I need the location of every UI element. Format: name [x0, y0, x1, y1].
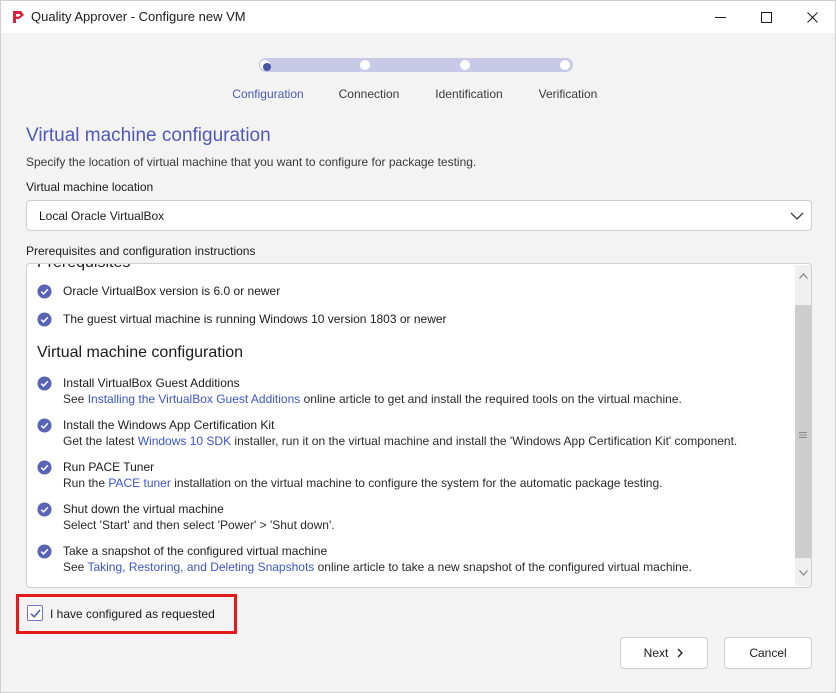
scroll-down-button[interactable] — [795, 565, 811, 581]
step-dot-configuration — [260, 60, 271, 71]
cancel-button-label: Cancel — [749, 646, 787, 660]
prerequisite-text: Oracle VirtualBox version is 6.0 or newe… — [63, 284, 281, 298]
config-step-desc: See Installing the VirtualBox Guest Addi… — [63, 392, 682, 406]
step-dot-verification — [560, 60, 570, 70]
chevron-right-icon — [677, 648, 684, 658]
chevron-down-icon — [790, 212, 804, 220]
config-step-desc: Run the PACE tuner installation on the v… — [63, 476, 662, 490]
page-subtitle: Specify the location of virtual machine … — [26, 155, 477, 169]
minimize-icon — [714, 16, 726, 18]
desc-text: See — [63, 392, 88, 406]
chevron-up-icon — [798, 273, 808, 279]
scroll-up-button[interactable] — [795, 268, 811, 284]
config-step-title: Take a snapshot of the configured virtua… — [63, 544, 328, 558]
minimize-button[interactable] — [697, 1, 743, 33]
config-step-desc: Get the latest Windows 10 SDK installer,… — [63, 434, 737, 448]
config-step-title: Install VirtualBox Guest Additions — [63, 376, 240, 390]
close-button[interactable] — [789, 1, 835, 33]
check-circle-icon — [37, 284, 52, 299]
scrollbar-grip-icon — [799, 432, 807, 438]
desc-text: installer, run it on the virtual machine… — [231, 434, 738, 448]
chevron-down-icon — [798, 570, 808, 576]
window-title: Quality Approver - Configure new VM — [31, 9, 246, 24]
prerequisites-heading: Prerequisites — [37, 264, 130, 272]
guest-additions-link[interactable]: Installing the VirtualBox Guest Addition… — [88, 392, 301, 406]
desc-text: installation on the virtual machine to c… — [170, 476, 663, 490]
checkmark-icon — [30, 609, 41, 618]
pace-tuner-link[interactable]: PACE tuner — [108, 476, 170, 490]
app-logo-icon — [13, 11, 24, 23]
check-circle-icon — [37, 544, 52, 559]
config-step-title: Run PACE Tuner — [63, 460, 155, 474]
close-icon — [806, 11, 818, 23]
page-title: Virtual machine configuration — [26, 125, 271, 146]
check-circle-icon — [37, 502, 52, 517]
step-label-verification: Verification — [538, 87, 598, 101]
stepper-track — [259, 58, 573, 72]
title-bar: Quality Approver - Configure new VM — [1, 1, 835, 33]
config-step-desc: Select 'Start' and then select 'Power' >… — [63, 518, 335, 532]
config-step-title: Install the Windows App Certification Ki… — [63, 418, 275, 432]
config-step-title: Shut down the virtual machine — [63, 502, 224, 516]
check-circle-icon — [37, 376, 52, 391]
check-circle-icon — [37, 418, 52, 433]
configured-checkbox[interactable] — [27, 605, 43, 621]
desc-text: Run the — [63, 476, 109, 490]
desc-text: Get the latest — [63, 434, 138, 448]
config-section-heading: Virtual machine configuration — [37, 344, 244, 361]
maximize-icon — [760, 11, 772, 23]
next-button[interactable]: Next — [620, 637, 708, 669]
app-window: Quality Approver - Configure new VM Conf… — [0, 0, 836, 693]
cancel-button[interactable]: Cancel — [724, 637, 812, 669]
config-step-desc: See Taking, Restoring, and Deleting Snap… — [63, 560, 692, 574]
desc-text: See — [63, 560, 88, 574]
check-circle-icon — [37, 312, 52, 327]
location-label: Virtual machine location — [26, 180, 154, 194]
location-select[interactable]: Local Oracle VirtualBox — [26, 200, 812, 231]
configured-checkbox-label[interactable]: I have configured as requested — [50, 607, 215, 621]
instructions-panel: Prerequisites Oracle VirtualBox version … — [26, 263, 812, 588]
step-dot-identification — [460, 60, 470, 70]
location-select-value: Local Oracle VirtualBox — [39, 209, 165, 223]
step-dot-connection — [360, 60, 370, 70]
desc-text: online article to take a new snapshot of… — [314, 560, 692, 574]
windows-sdk-link[interactable]: Windows 10 SDK — [138, 434, 231, 448]
prerequisite-text: The guest virtual machine is running Win… — [63, 312, 447, 326]
desc-text: online article to get and install the re… — [300, 392, 682, 406]
maximize-button[interactable] — [743, 1, 789, 33]
check-circle-icon — [37, 460, 52, 475]
snapshots-link[interactable]: Taking, Restoring, and Deleting Snapshot… — [87, 560, 314, 574]
instructions-label: Prerequisites and configuration instruct… — [26, 244, 256, 258]
next-button-label: Next — [643, 646, 669, 660]
